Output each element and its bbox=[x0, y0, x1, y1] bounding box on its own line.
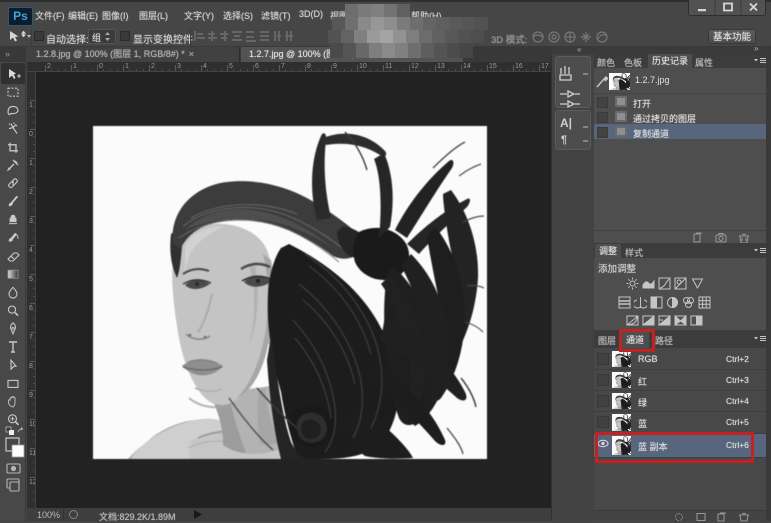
svg-text:A|: A| bbox=[560, 116, 572, 130]
svg-text:¶: ¶ bbox=[561, 134, 567, 146]
